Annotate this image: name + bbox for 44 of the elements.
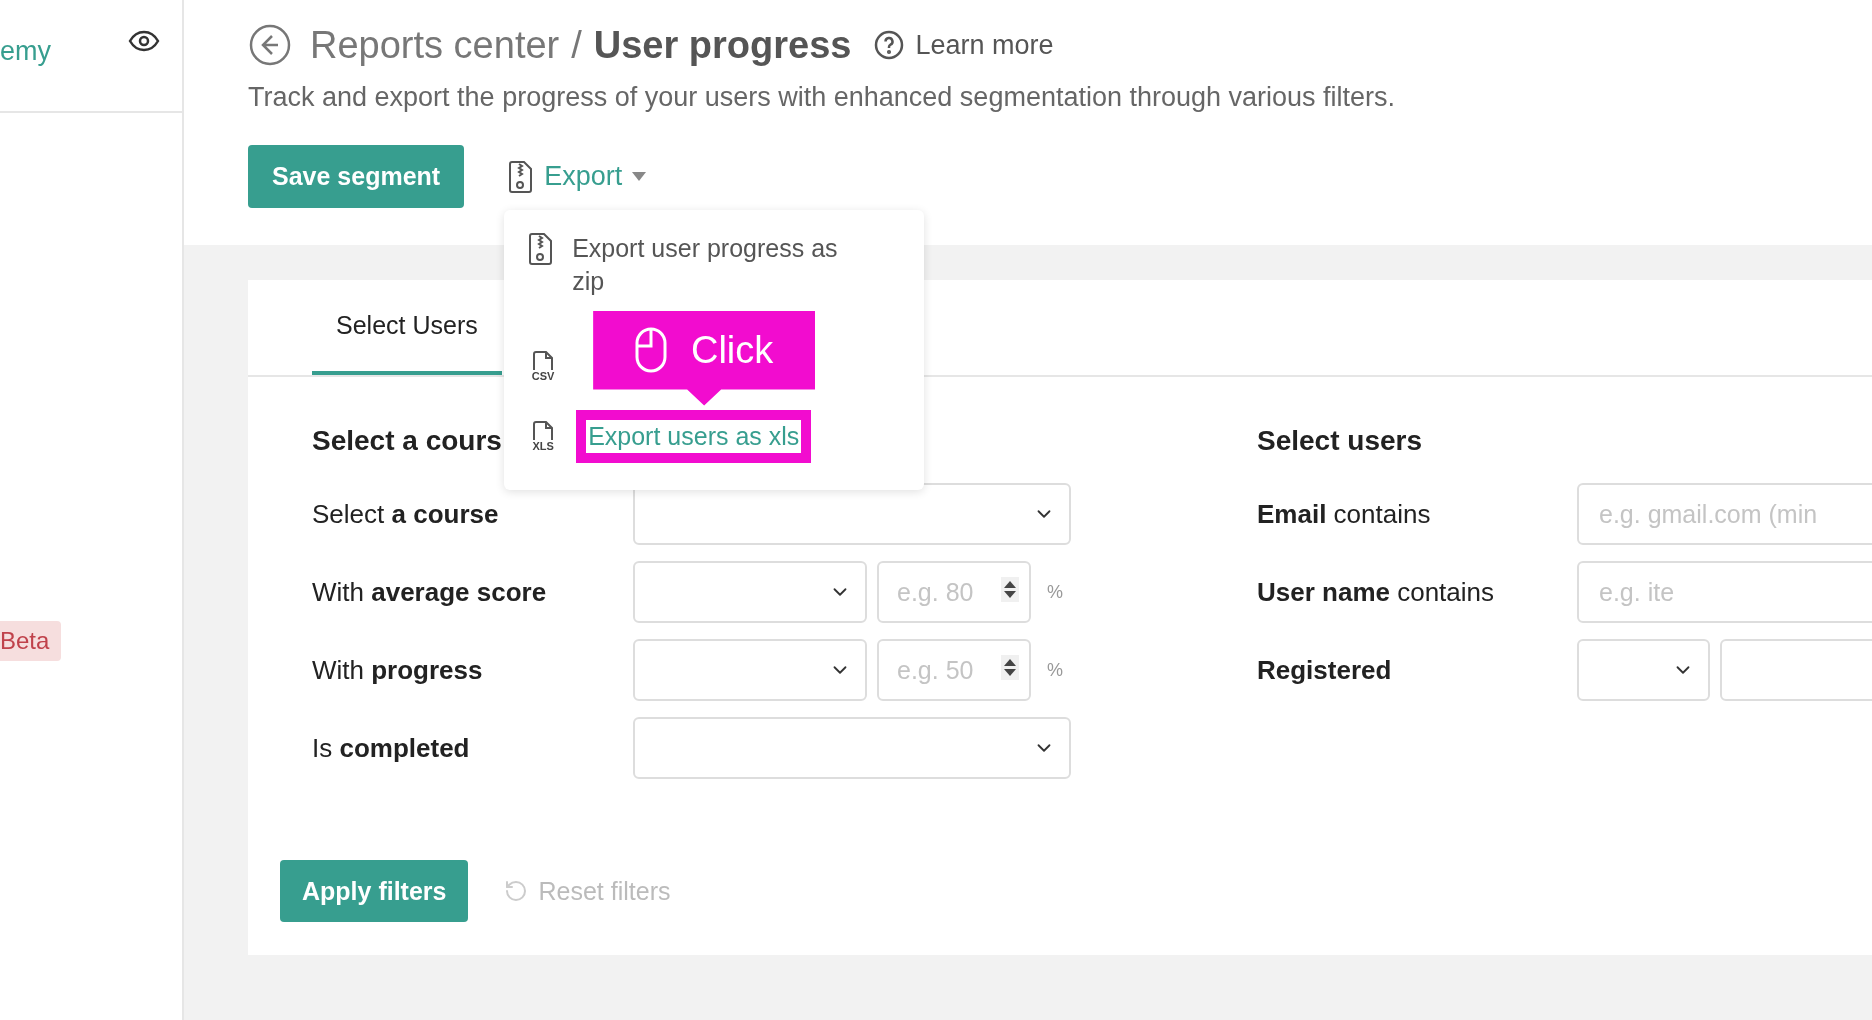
page-subtitle: Track and export the progress of your users with enhanced segmentation through various filters.: [248, 82, 1397, 113]
brand-name[interactable]: emy: [0, 36, 51, 67]
zip-file-icon: [528, 231, 555, 266]
page-title: User progress: [593, 23, 852, 67]
select-field[interactable]: [633, 717, 1071, 779]
breadcrumb-separator: /: [571, 23, 582, 67]
date-field[interactable]: [1720, 639, 1872, 701]
reset-icon: [504, 879, 529, 903]
number-field[interactable]: e.g. 80: [877, 561, 1031, 623]
section-heading: Select users: [1257, 425, 1422, 457]
section-heading: Select a cours: [312, 425, 502, 457]
text-field[interactable]: e.g. ite: [1577, 561, 1872, 623]
tab[interactable]: Select Users: [312, 280, 502, 375]
eye-icon[interactable]: [128, 30, 160, 52]
learn-more-link[interactable]: Learn more: [873, 29, 1054, 61]
mouse-icon: [634, 327, 667, 373]
menu-item[interactable]: Export user progress as zip: [572, 231, 843, 298]
reset-filters-button[interactable]: Reset filters: [498, 875, 677, 907]
caret-icon: [632, 172, 647, 181]
help-icon: [873, 29, 906, 61]
filter-label: Is completed: [312, 732, 471, 764]
unit-label: %: [1047, 659, 1063, 681]
select-field[interactable]: [1577, 639, 1710, 701]
select-field[interactable]: [633, 561, 867, 623]
select-field[interactable]: [633, 639, 867, 701]
save-segment-button[interactable]: Save segment: [248, 145, 465, 208]
select-field[interactable]: [633, 483, 1071, 545]
filter-label: Select a course: [312, 498, 500, 530]
filter-label: With progress: [312, 654, 484, 686]
filter-label: User name contains: [1257, 576, 1496, 608]
zip-file-icon: [508, 159, 535, 194]
filter-label: Registered: [1257, 654, 1393, 686]
spinner-icon[interactable]: [1001, 655, 1019, 680]
number-field[interactable]: e.g. 50: [877, 639, 1031, 701]
filter-label: Email contains: [1257, 498, 1432, 530]
beta-badge: Beta: [0, 621, 62, 661]
breadcrumb-link[interactable]: Reports center: [310, 23, 560, 67]
unit-label: %: [1047, 581, 1063, 603]
spinner-icon[interactable]: [1001, 577, 1019, 602]
text-field[interactable]: e.g. gmail.com (min: [1577, 483, 1872, 545]
click-callout: Click: [593, 310, 816, 406]
filter-label: With average score: [312, 576, 548, 608]
export-button[interactable]: Export: [508, 159, 647, 194]
apply-filters-button[interactable]: Apply filters: [280, 860, 469, 922]
